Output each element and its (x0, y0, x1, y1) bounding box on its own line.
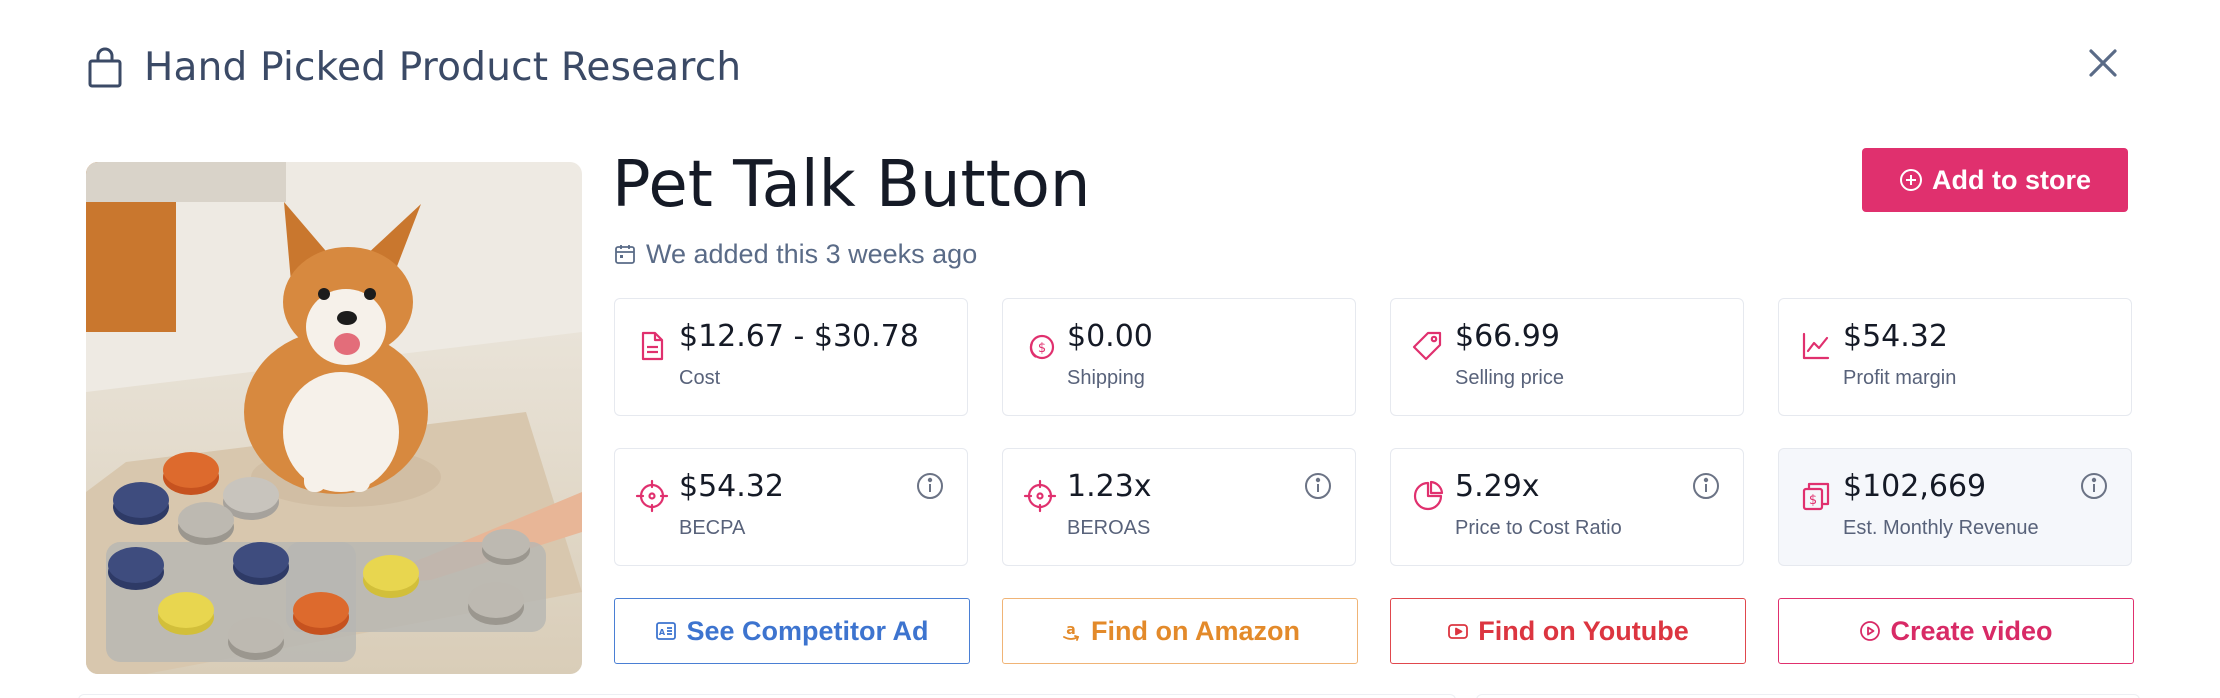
shopping-bag-icon (88, 47, 122, 88)
close-button[interactable] (2080, 40, 2126, 86)
metric-label: Shipping (1067, 367, 1145, 389)
metric-value: 1.23x (1067, 469, 1152, 504)
ad-icon: A (656, 622, 677, 640)
svg-text:$: $ (1038, 341, 1046, 356)
create-video-button[interactable]: Create video (1778, 598, 2134, 664)
youtube-icon (1448, 624, 1469, 639)
metric-value: $0.00 (1067, 319, 1153, 354)
tag-icon (1412, 331, 1442, 361)
added-date-row: We added this 3 weeks ago (614, 236, 977, 272)
metric-label: Price to Cost Ratio (1455, 517, 1622, 539)
next-section-card-right (1476, 694, 2140, 698)
amazon-icon: a (1063, 622, 1080, 641)
add-to-store-button[interactable]: Add to store (1862, 148, 2128, 212)
coins-icon: $ (1029, 334, 1055, 360)
metric-card-shipping: $ $0.00 Shipping (1002, 298, 1356, 416)
metric-card-price-cost-ratio: 5.29x Price to Cost Ratio (1390, 448, 1744, 566)
crosshair-icon (635, 479, 669, 513)
document-icon (641, 331, 664, 361)
calendar-icon (615, 245, 635, 264)
find-on-amazon-label: Find on Amazon (1091, 615, 1300, 646)
add-to-store-label: Add to store (1932, 164, 2091, 195)
find-on-youtube-button[interactable]: Find on Youtube (1390, 598, 1746, 664)
svg-text:$: $ (1809, 493, 1817, 508)
metric-label: Profit margin (1843, 367, 1957, 389)
metric-value: $66.99 (1455, 319, 1560, 354)
modal-title: Hand Picked Product Research (144, 44, 742, 90)
create-video-label: Create video (1890, 615, 2053, 646)
play-circle-icon (1860, 621, 1881, 641)
metric-card-beroas: 1.23x BEROAS (1002, 448, 1356, 566)
metric-value: $54.32 (1843, 319, 1948, 354)
next-section-card-left (78, 694, 1456, 698)
product-title: Pet Talk Button (612, 148, 1091, 222)
pie-chart-icon (1413, 480, 1444, 511)
metric-value: 5.29x (1455, 469, 1540, 504)
see-competitor-ad-button[interactable]: A See Competitor Ad (614, 598, 970, 664)
revenue-icon: $ (1802, 482, 1830, 511)
metric-card-becpa: $54.32 BECPA (614, 448, 968, 566)
see-competitor-ad-label: See Competitor Ad (686, 615, 929, 646)
info-icon[interactable] (1303, 471, 1333, 501)
close-icon[interactable] (2087, 47, 2119, 79)
metric-value: $102,669 (1843, 469, 1987, 504)
metric-label: BECPA (679, 517, 746, 539)
metric-value: $12.67 - $30.78 (679, 319, 919, 354)
product-image (86, 162, 582, 674)
metric-value: $54.32 (679, 469, 784, 504)
plus-circle-icon (1900, 169, 1922, 191)
metric-label: Est. Monthly Revenue (1843, 517, 2039, 539)
modal-header: Hand Picked Product Research (86, 40, 741, 94)
info-icon[interactable] (2079, 471, 2109, 501)
metric-label: BEROAS (1067, 517, 1151, 539)
added-date-text: We added this 3 weeks ago (646, 238, 978, 269)
chart-line-icon (1802, 332, 1830, 360)
find-on-youtube-label: Find on Youtube (1478, 615, 1689, 646)
metric-label: Cost (679, 367, 721, 389)
find-on-amazon-button[interactable]: a Find on Amazon (1002, 598, 1358, 664)
metric-card-monthly-revenue: $ $102,669 Est. Monthly Revenue (1778, 448, 2132, 566)
info-icon[interactable] (915, 471, 945, 501)
info-icon[interactable] (1691, 471, 1721, 501)
metric-card-cost: $12.67 - $30.78 Cost (614, 298, 968, 416)
metric-card-selling-price: $66.99 Selling price (1390, 298, 1744, 416)
metric-label: Selling price (1455, 367, 1564, 389)
svg-text:A: A (659, 628, 666, 637)
crosshair-icon (1023, 479, 1057, 513)
metric-card-profit-margin: $54.32 Profit margin (1778, 298, 2132, 416)
